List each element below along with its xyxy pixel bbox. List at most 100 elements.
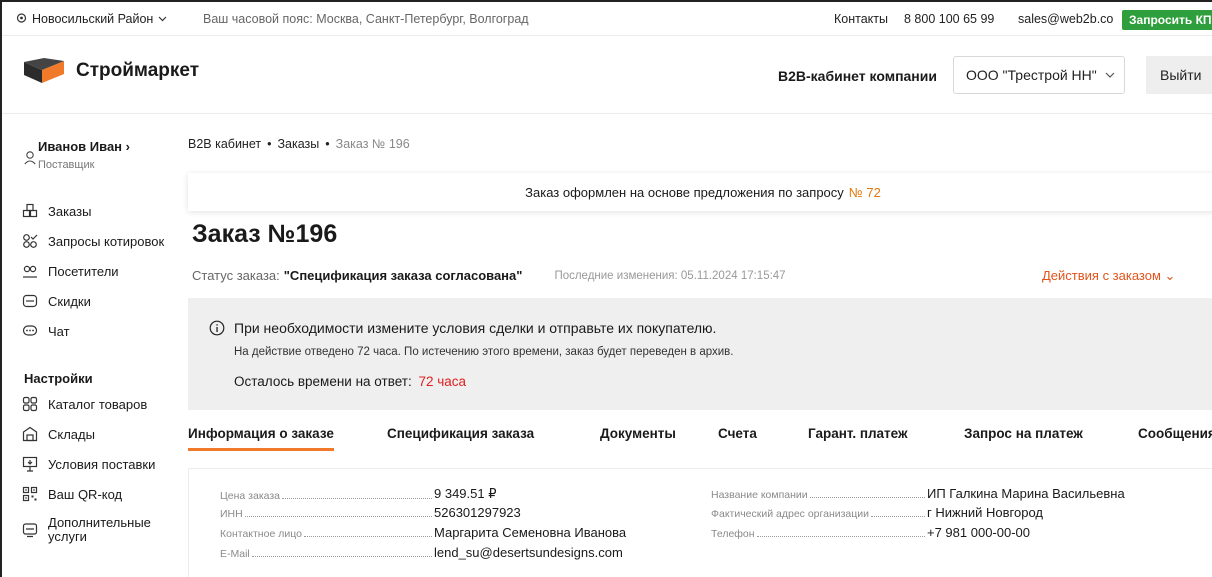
info-row-contact: Контактное лицо Маргарита Семеновна Иван… [220, 525, 627, 540]
info-value: 526301297923 [434, 505, 521, 520]
contacts-link[interactable]: Контакты [834, 12, 888, 26]
info-row-inn: ИНН 526301297923 [220, 505, 620, 520]
offer-banner-text: Заказ оформлен на основе предложения по … [525, 184, 844, 200]
orders-icon [22, 203, 38, 218]
order-actions-label: Действия с заказом [1042, 268, 1161, 283]
sidebar-item-delivery[interactable]: Условия поставки [22, 456, 155, 472]
services-icon [22, 523, 38, 538]
chevron-down-icon: ⌄ [1164, 268, 1176, 283]
sidebar-item-label: Заказы [48, 203, 92, 219]
dotted-leader [244, 516, 432, 517]
email-link[interactable]: sales@web2b.co [1018, 12, 1113, 26]
tab-specification[interactable]: Спецификация заказа [387, 426, 534, 441]
tab-order-info[interactable]: Информация о заказе [188, 426, 334, 451]
location-pin-icon [16, 12, 27, 23]
sidebar-item-warehouses[interactable]: Склады [22, 426, 95, 442]
company-select[interactable]: ООО "Трестрой НН" [953, 56, 1125, 94]
remaining-time: Осталось времени на ответ: 72 часа [234, 374, 466, 389]
logo-text: Строймаркет [76, 60, 200, 81]
region-label: Новосильский Район [32, 11, 154, 26]
info-label: Цена заказа [220, 490, 281, 502]
phone-link[interactable]: 8 800 100 65 99 [904, 12, 994, 26]
order-tabs: Информация о заказе Спецификация заказа … [188, 426, 1212, 456]
sidebar-item-catalog[interactable]: Каталог товаров [22, 396, 147, 412]
info-value[interactable]: lend_su@desertsundesigns.com [434, 545, 623, 560]
dotted-leader [809, 497, 925, 498]
sidebar-item-chat[interactable]: Чат [22, 323, 70, 339]
info-label: Телефон [711, 528, 755, 540]
notice-sub-text: На действие отведено 72 часа. По истечен… [234, 346, 734, 358]
region-selector[interactable]: Новосильский Район [16, 12, 167, 26]
offer-request-link[interactable]: № 72 [849, 185, 881, 200]
sidebar: Иванов Иван › Поставщик Заказы Запросы к… [2, 114, 174, 577]
order-actions-dropdown[interactable]: Действия с заказом ⌄ [1042, 268, 1175, 284]
tab-payment-request[interactable]: Запрос на платеж [964, 426, 1083, 441]
info-label: ИНН [220, 508, 243, 520]
sidebar-item-quotes[interactable]: Запросы котировок [22, 233, 164, 249]
request-kp-button[interactable]: Запросить КП [1122, 10, 1212, 30]
tab-messages[interactable]: Сообщения [1138, 426, 1212, 441]
remaining-time-value: 72 часа [418, 374, 467, 389]
breadcrumb-item[interactable]: Заказы [278, 137, 320, 151]
dotted-leader [756, 536, 925, 537]
quotes-icon [23, 234, 38, 248]
status-label: Статус заказа: [192, 268, 280, 283]
sidebar-item-label: Склады [48, 426, 95, 442]
qr-icon [22, 486, 38, 502]
info-value: 9 349.51 ₽ [434, 486, 497, 501]
sidebar-item-qr[interactable]: Ваш QR-код [22, 486, 122, 502]
info-label: Фактический адрес организации [711, 508, 870, 520]
logout-button[interactable]: Выйти [1146, 56, 1212, 94]
sidebar-item-label: Каталог товаров [48, 396, 148, 412]
sidebar-item-orders[interactable]: Заказы [22, 203, 91, 219]
dotted-leader [251, 556, 432, 557]
info-label: Название компании [711, 489, 808, 501]
page-title: Заказ №196 [192, 220, 338, 248]
breadcrumb-item[interactable]: B2B кабинет [188, 137, 261, 151]
user-name: Иванов Иван › [38, 139, 130, 154]
company-select-value: ООО "Трестрой НН" [966, 67, 1097, 83]
info-value: +7 981 000-00-00 [927, 525, 1031, 540]
b2b-cabinet-label: B2B-кабинет компании [778, 68, 937, 84]
sidebar-item-label: Посетители [48, 263, 119, 279]
settings-heading: Настройки [24, 371, 93, 386]
info-value: г Нижний Новгород [927, 505, 1043, 520]
sidebar-item-visitors[interactable]: Посетители [22, 263, 119, 279]
breadcrumb-separator: • [267, 137, 272, 151]
info-row-price: Цена заказа 9 349.51 ₽ [220, 486, 620, 502]
dotted-leader [282, 498, 432, 499]
logo[interactable]: Строймаркет [22, 58, 199, 84]
chevron-down-icon [1105, 72, 1115, 78]
info-value: ИП Галкина Марина Васильевна [927, 486, 1125, 501]
tab-documents[interactable]: Документы [600, 426, 676, 441]
sidebar-item-services[interactable]: Дополнительные услуги [22, 516, 151, 544]
offer-banner: Заказ оформлен на основе предложения по … [188, 173, 1212, 211]
site-header: Строймаркет B2B-кабинет компании ООО "Тр… [2, 36, 1212, 114]
warehouse-icon [22, 426, 38, 442]
tab-invoices[interactable]: Счета [718, 426, 757, 441]
breadcrumb-separator: • [325, 137, 330, 151]
order-status-line: Статус заказа: "Спецификация заказа согл… [192, 268, 786, 283]
catalog-icon [22, 396, 38, 412]
sidebar-item-label: Ваш QR-код [48, 486, 123, 502]
info-label: Контактное лицо [220, 528, 302, 540]
user-icon [24, 151, 36, 165]
delivery-icon [22, 456, 38, 472]
info-row-phone: Телефон +7 981 000-00-00 [711, 525, 1131, 540]
sidebar-item-label: Запросы котировок [48, 233, 165, 249]
last-change-text: Последние изменения: 05.11.2024 17:15:47 [554, 269, 786, 282]
notice-main-text: При необходимости измените условия сделк… [234, 320, 717, 336]
dotted-leader [303, 536, 432, 537]
info-value: Маргарита Семеновна Иванова [434, 525, 627, 540]
logo-mark-icon [24, 58, 64, 83]
top-bar: Новосильский Район Ваш часовой пояс: Мос… [2, 2, 1212, 36]
sidebar-item-label: Дополнительные услуги [48, 515, 151, 544]
tab-guarantee-payment[interactable]: Гарант. платеж [808, 426, 908, 441]
info-label: E-Mail [220, 548, 250, 560]
sidebar-item-label: Чат [48, 323, 70, 339]
timezone-text: Ваш часовой пояс: Москва, Санкт-Петербур… [203, 11, 529, 26]
sidebar-item-discounts[interactable]: Скидки [22, 293, 91, 309]
sidebar-item-label: Условия поставки [48, 456, 156, 472]
breadcrumb: B2B кабинет • Заказы • Заказ № 196 [188, 137, 410, 151]
user-role: Поставщик [38, 159, 95, 171]
